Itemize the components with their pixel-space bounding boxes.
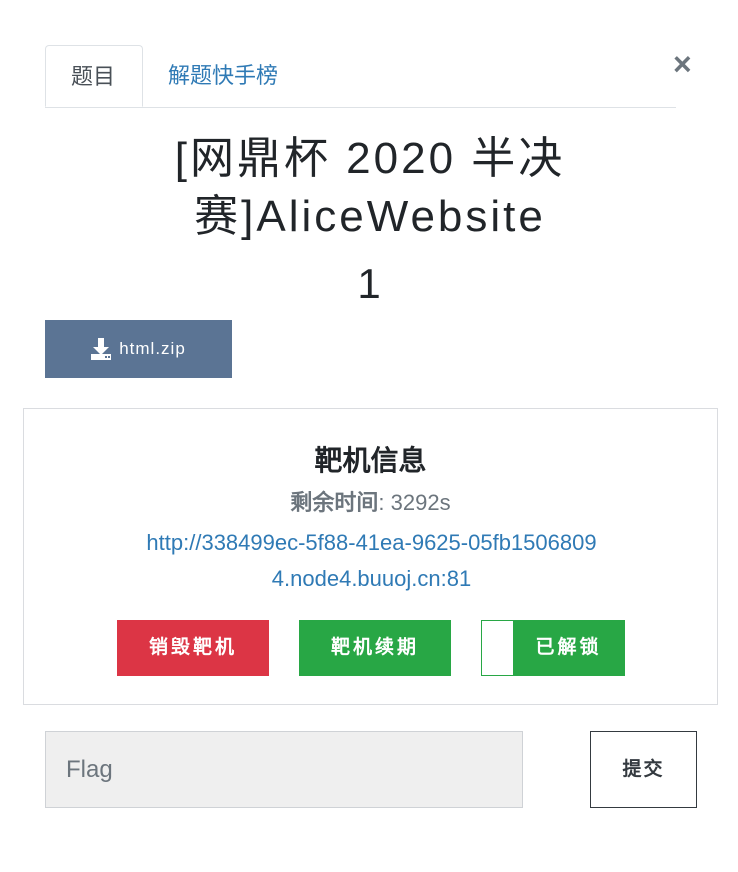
tab-challenge[interactable]: 题目: [45, 45, 143, 107]
renew-instance-button[interactable]: 靶机续期: [299, 620, 451, 676]
unlock-toggle[interactable]: 已解锁: [481, 620, 625, 676]
close-icon[interactable]: ×: [673, 46, 692, 82]
tab-solves-ranking[interactable]: 解题快手榜: [143, 45, 303, 106]
remaining-time: 剩余时间: 3292s: [24, 485, 717, 517]
challenge-title: [网鼎杯 2020 半决赛]AliceWebsite: [174, 134, 566, 241]
toggle-knob: [482, 621, 513, 675]
instance-info-card: 靶机信息 剩余时间: 3292s http://338499ec-5f88-41…: [23, 408, 718, 705]
tab-bar: 题目 解题快手榜: [45, 45, 676, 108]
unlock-label: 已解锁: [535, 637, 602, 658]
download-filename: html.zip: [119, 339, 186, 358]
download-button[interactable]: html.zip: [45, 320, 232, 378]
remaining-time-value: : 3292s: [378, 490, 451, 515]
remaining-time-label: 剩余时间: [290, 490, 379, 515]
instance-heading: 靶机信息: [314, 445, 427, 476]
destroy-instance-button[interactable]: 销毁靶机: [117, 620, 269, 676]
download-icon: [91, 338, 112, 360]
flag-input[interactable]: Flag: [45, 731, 523, 808]
submit-button[interactable]: 提交: [590, 731, 697, 808]
challenge-points: 1: [357, 260, 381, 307]
instance-url-link[interactable]: http://338499ec-5f88-41ea-9625-05fb15068…: [144, 525, 599, 597]
